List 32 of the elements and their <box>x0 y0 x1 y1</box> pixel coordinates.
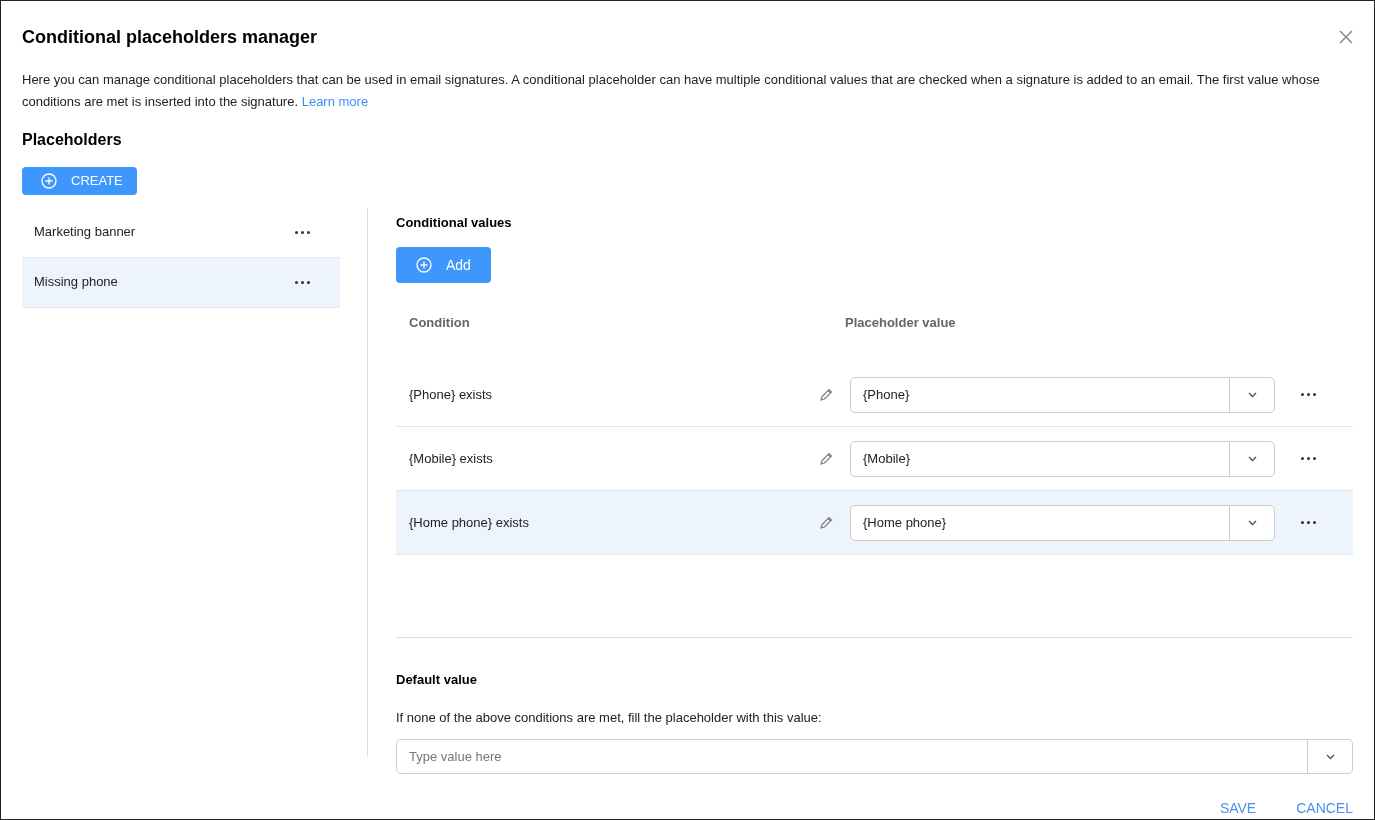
value-dropdown[interactable]: {Home phone} <box>850 504 1275 541</box>
condition-row[interactable]: {Home phone} exists {Home phone} <box>396 491 1353 555</box>
value-dropdown[interactable]: {Mobile} <box>850 440 1275 477</box>
hint-text: If none of the above conditions are met, fill the placeholder with this value: <box>396 708 823 727</box>
plus-circle-icon <box>41 172 57 189</box>
plus-circle-icon <box>416 257 432 273</box>
section-heading: Default value <box>396 671 478 689</box>
condition-text: {Home phone} exists <box>408 513 530 532</box>
chevron-down-icon <box>1247 455 1257 462</box>
column-header: Condition <box>408 314 471 333</box>
value-text: {Home phone} <box>862 513 948 532</box>
chevron-down-icon <box>1247 519 1257 526</box>
chevron-down-icon <box>1325 753 1335 760</box>
value-text: {Mobile} <box>862 449 911 468</box>
condition-text: {Mobile} exists <box>408 449 494 468</box>
default-value-field[interactable]: Type value here <box>396 739 1308 774</box>
value-dropdown[interactable]: {Phone} <box>850 376 1275 413</box>
pencil-icon[interactable] <box>819 387 833 402</box>
placeholder-name: Marketing banner <box>34 223 136 242</box>
dialog-title: Conditional placeholders manager <box>22 25 318 49</box>
section-heading: Placeholders <box>22 130 123 150</box>
condition-text: {Phone} exists <box>408 385 494 404</box>
pencil-icon[interactable] <box>819 515 833 530</box>
column-header: Placeholder value <box>845 314 956 333</box>
value-text: {Phone} <box>862 385 911 404</box>
section-heading: Conditional values <box>396 213 513 232</box>
placeholder-item[interactable]: Missing phone <box>22 257 340 308</box>
description-text: Here you can manage conditional placeholders that can be used in email signatures. A conditional placeholder can have multiple conditional values that are checked when a signature is added to an email. The first value whose conditions are met is inserted into the signature. Learn more <box>22 71 1321 111</box>
chevron-down-icon <box>1247 391 1257 398</box>
pencil-icon[interactable] <box>819 451 833 466</box>
placeholder-name: Missing phone <box>34 273 118 292</box>
close-icon <box>1339 30 1353 44</box>
